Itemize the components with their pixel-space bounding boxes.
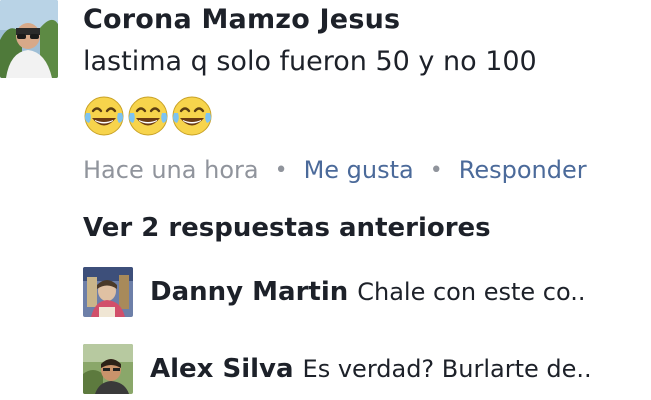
face-with-tears-of-joy-icon bbox=[172, 96, 212, 136]
reply-button[interactable]: Responder bbox=[459, 156, 587, 184]
like-button[interactable]: Me gusta bbox=[304, 156, 414, 184]
reply-text: Es verdad? Burlarte de.. bbox=[302, 355, 592, 383]
comment-text: lastima q solo fueron 50 y no 100 bbox=[83, 46, 537, 77]
separator-dot: • bbox=[429, 157, 443, 183]
comment-avatar[interactable] bbox=[0, 0, 58, 78]
face-with-tears-of-joy-icon bbox=[128, 96, 168, 136]
comment-timestamp[interactable]: Hace una hora bbox=[83, 156, 259, 184]
reply-avatar-photo bbox=[83, 344, 133, 394]
comment-emoji-row bbox=[83, 95, 213, 137]
reply-text: Chale con este co.. bbox=[357, 278, 586, 306]
comment-avatar-photo bbox=[0, 0, 58, 78]
reply-avatar[interactable] bbox=[83, 344, 133, 394]
reply-item: Alex Silva Es verdad? Burlarte de.. bbox=[83, 343, 592, 395]
view-previous-replies-link[interactable]: Ver 2 respuestas anteriores bbox=[83, 213, 491, 243]
reply-avatar[interactable] bbox=[83, 267, 133, 317]
reply-author-name[interactable]: Alex Silva bbox=[150, 354, 294, 384]
separator-dot: • bbox=[274, 157, 288, 183]
comment-author-name[interactable]: Corona Mamzo Jesus bbox=[83, 4, 400, 35]
face-with-tears-of-joy-icon bbox=[84, 96, 124, 136]
reply-avatar-photo bbox=[83, 267, 133, 317]
reply-author-name[interactable]: Danny Martin bbox=[150, 277, 348, 307]
reply-item: Danny Martin Chale con este co.. bbox=[83, 266, 586, 318]
comment-actions: Hace una hora • Me gusta • Responder bbox=[83, 153, 587, 187]
